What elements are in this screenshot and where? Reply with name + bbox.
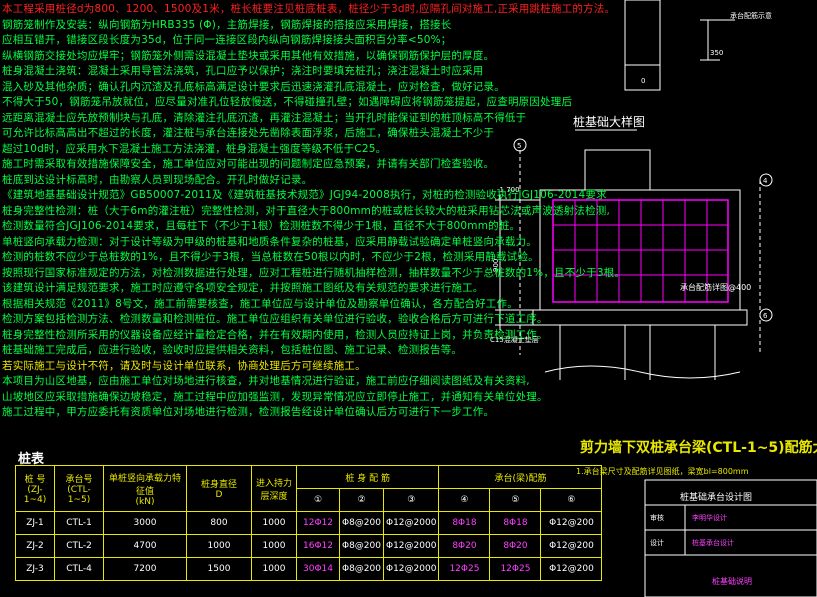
table-row: ZJ-2 CTL-2 4700 1000 1000 16Φ12 Φ8@200 Φ12@2000…: [15, 534, 603, 558]
note-line: 不得大于50，钢筋笼吊放就位，应尽量对准孔位轻放慢送，不得碰撞孔壁；如遇障碍应将…: [2, 96, 573, 108]
note-line: 钢筋笼制作及安装：纵向钢筋为HRB335 (Φ)，主筋焊接，钢筋焊接的搭接应采用…: [2, 18, 452, 31]
table-cell: Φ12@200: [540, 557, 603, 581]
top-dim-text2: 350: [710, 49, 723, 57]
table-cell: Φ12@200: [540, 511, 603, 535]
table-cell: CTL-1: [54, 511, 104, 535]
table-cell: 8Φ20: [438, 534, 491, 558]
rebar-note: 承台配筋详图@400: [680, 282, 751, 292]
top-dim-text: 0: [641, 77, 645, 85]
table-cell: 8Φ18: [438, 511, 491, 535]
note-line: 远距离混凝土应先放预制块与孔底，清除灌注孔底沉渣，再灌注混凝土；当开孔时能保证到…: [2, 111, 527, 124]
th-cap-rebar: 承台(梁)配筋: [438, 465, 603, 489]
note-line: 混入砂及其他杂质；确认孔内沉渣及孔底标高满足设计要求后迅速浇灌孔底混凝土，应对检…: [2, 80, 505, 93]
note-line: 检测方案包括检测方法、检测数量和检测桩位。施工单位应组织有关单位进行验收，验收合…: [2, 313, 548, 325]
table-cell: 4700: [103, 534, 187, 558]
pile-table: 桩 号 (ZJ-1~4) 承台号 (CTL-1~5) 单桩竖向承载力特征值 (kN) …: [15, 465, 603, 581]
th-c2: ②: [339, 488, 384, 512]
table-row: ZJ-1 CTL-1 3000 800 1000 12Φ12 Φ8@200 Φ12@2000 8…: [15, 511, 603, 535]
table-cell: 1000: [251, 511, 297, 535]
titleblock-r1-value: 李明华设计: [692, 514, 727, 522]
table-cell: Φ12@200: [540, 534, 603, 558]
axis-label-3: 6: [763, 312, 768, 320]
titleblock-r1-label: 审核: [650, 514, 664, 522]
th-c1: ①: [296, 488, 340, 512]
titleblock-title: 桩基础承台设计图: [680, 493, 753, 503]
titleblock-r2-value: 桩基承台设计: [692, 539, 734, 547]
note-line: 可允许比标高高出不超过的长度，灌注桩与承台连接处先凿除表面浮浆，后施工，确保桩头…: [2, 127, 495, 139]
note-line: 若实际施工与设计不符，请及时与设计单位联系，协商处理后方可继续施工。: [2, 359, 366, 372]
table-cell: 1500: [186, 557, 252, 581]
table-cell: 16Φ12: [296, 534, 340, 558]
note-line: 施工过程中，甲方应委托有资质单位对场地进行检测，检测报告经设计单位确认后方可进行…: [2, 406, 495, 418]
note-line: 桩身完整性检测所采用的仪器设备应经计量检定合格，并在有效期内使用，检测人员应持证…: [2, 328, 548, 341]
th-pile-rebar: 桩 身 配 筋: [295, 465, 440, 489]
th-depth: 进入持力层深度: [251, 465, 297, 512]
note-line: 检测数量符合JGJ106-2014要求，且每柱下（不少于1根）检测桩数不得少于1…: [2, 220, 521, 232]
note-line: 本项目为山区地基，应由施工单位对场地进行核查，并对地基情况进行验证，施工前应仔细…: [2, 375, 530, 387]
table-cell: Φ8@200: [339, 511, 384, 535]
table-cell: 12Φ25: [489, 557, 542, 581]
shear-wall-title: 剪力墙下双桩承台梁(CTL-1~5)配筋大样: [580, 440, 817, 456]
table-cell: 8Φ18: [489, 511, 542, 535]
table-cell: ZJ-2: [15, 534, 55, 558]
th-c3: ③: [382, 488, 440, 512]
table-cell: 1000: [251, 557, 297, 581]
table-cell: CTL-4: [54, 557, 104, 581]
note-line: 桩底到达设计标高时，由勘察人员到现场配合。开孔时做好记录。: [2, 173, 313, 186]
titleblock-footer: 桩基础说明: [712, 577, 752, 586]
note-line: 该建筑设计满足规范要求，施工时应遵守各项安全规定，并按照施工图纸及有关规范的要求…: [2, 282, 484, 294]
axis-label-1: 5: [517, 142, 521, 150]
table-cell: Φ8@200: [339, 534, 384, 558]
note-line: 《建筑地基基础设计规范》GB50007-2011及《建筑桩基技术规范》JGJ94…: [2, 189, 607, 201]
th-pile-no: 桩 号 (ZJ-1~4): [15, 465, 55, 512]
table-cell: 1000: [251, 534, 297, 558]
table-cell: 12Φ25: [438, 557, 491, 581]
th-c4: ④: [438, 488, 491, 512]
note-line: 超过10d时，应采用水下混凝土施工方法浇灌，桩身混凝土强度等级不低于C25。: [2, 142, 387, 155]
th-diameter: 桩身直径 D: [186, 465, 252, 512]
table-cell: Φ8@200: [339, 557, 384, 581]
note-line: 根据相关规范《2011》8号文，施工前需要核查，施工单位应与设计单位及勘察单位确…: [2, 297, 518, 310]
titleblock-r2-label: 设计: [650, 539, 664, 547]
note-line: 山坡地区应采取措施确保边坡稳定，施工过程中应加强监测，发现异常情况应立即停止施工…: [2, 390, 548, 403]
note-line: 本工程采用桩径d为800、1200、1500及1米，桩长桩要注见桩底桩表，桩径少…: [2, 3, 616, 15]
table-cell: 30Φ14: [296, 557, 340, 581]
axis-label-2: 4: [763, 177, 768, 185]
table-cell: ZJ-1: [15, 511, 55, 535]
table-cell: ZJ-3: [15, 557, 55, 581]
top-right-label: 承台配筋示意: [730, 11, 772, 20]
table-cell: 800: [186, 511, 252, 535]
note-line: 按照现行国家标准规定的方法，对检测数据进行处理，应对工程桩进行随机抽样检测，抽样…: [2, 266, 626, 279]
table-cell: CTL-2: [54, 534, 104, 558]
th-c6: ⑥: [540, 488, 603, 512]
note-line: 桩身混凝土浇筑：混凝土采用导管法浇筑，孔口应予以保护；浇注时要填充桩孔；浇注混凝…: [2, 65, 484, 77]
table-cell: Φ12@2000: [382, 511, 440, 535]
table-cell: 3000: [103, 511, 187, 535]
note-line: 单桩竖向承载力检测：对于设计等级为甲级的桩基和地质条件复杂的桩基，应采用静载试验…: [2, 235, 537, 248]
table-cell: Φ12@2000: [382, 534, 440, 558]
note-line: 施工时需采取有效措施保障安全，施工单位应对可能出现的问题制定应急预案，并请有关部…: [2, 158, 495, 170]
note-line: 桩基础施工完成后，应进行验收，验收时应提供相关资料，包括桩位图、施工记录、检测报…: [2, 344, 463, 356]
detail-title: 桩基础大样图: [573, 114, 645, 129]
note-line: 纵横钢筋交接处均应焊牢；钢筋笼外侧需设混凝土垫块或采用其他有效措施，以确保钢筋保…: [2, 49, 495, 62]
th-cap-no: 承台号 (CTL-1~5): [54, 465, 104, 512]
note-line: 检测的桩数不应少于总桩数的1%，且不得少于3根，当总桩数在50根以内时，不应少于…: [2, 251, 539, 263]
note-line: 桩身完整性检测：桩（大于6m的灌注桩）完整性检测，对于直径大于800mm的桩或桩…: [2, 204, 611, 217]
table-cell: Φ12@2000: [382, 557, 440, 581]
th-capacity: 单桩竖向承载力特征值 (kN): [103, 465, 187, 512]
table-cell: 8Φ20: [489, 534, 542, 558]
table-cell: 12Φ12: [296, 511, 340, 535]
table-cell: 1000: [186, 534, 252, 558]
table-row: ZJ-3 CTL-4 7200 1500 1000 30Φ14 Φ8@200 Φ12@2000…: [15, 557, 603, 581]
th-c5: ⑤: [489, 488, 542, 512]
note-line: 应相互错开，错接区段长度为35d，位于同一连接区段内纵向钢筋焊接接头面积百分率<…: [2, 34, 452, 46]
table-cell: 7200: [103, 557, 187, 581]
